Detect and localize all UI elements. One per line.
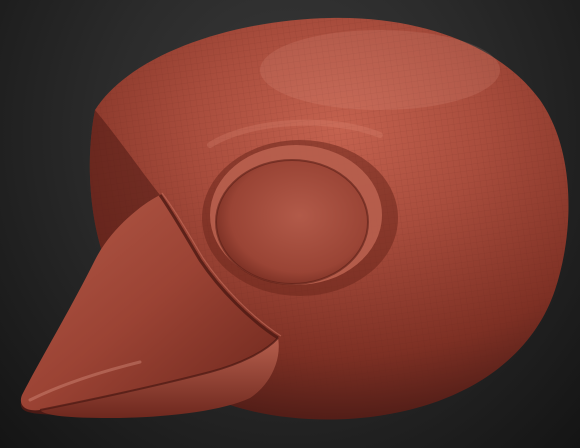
cranium-highlight (260, 30, 500, 110)
bird-skull-model[interactable] (0, 0, 580, 448)
sculpt-viewport[interactable] (0, 0, 580, 448)
eye-socket (202, 140, 398, 296)
